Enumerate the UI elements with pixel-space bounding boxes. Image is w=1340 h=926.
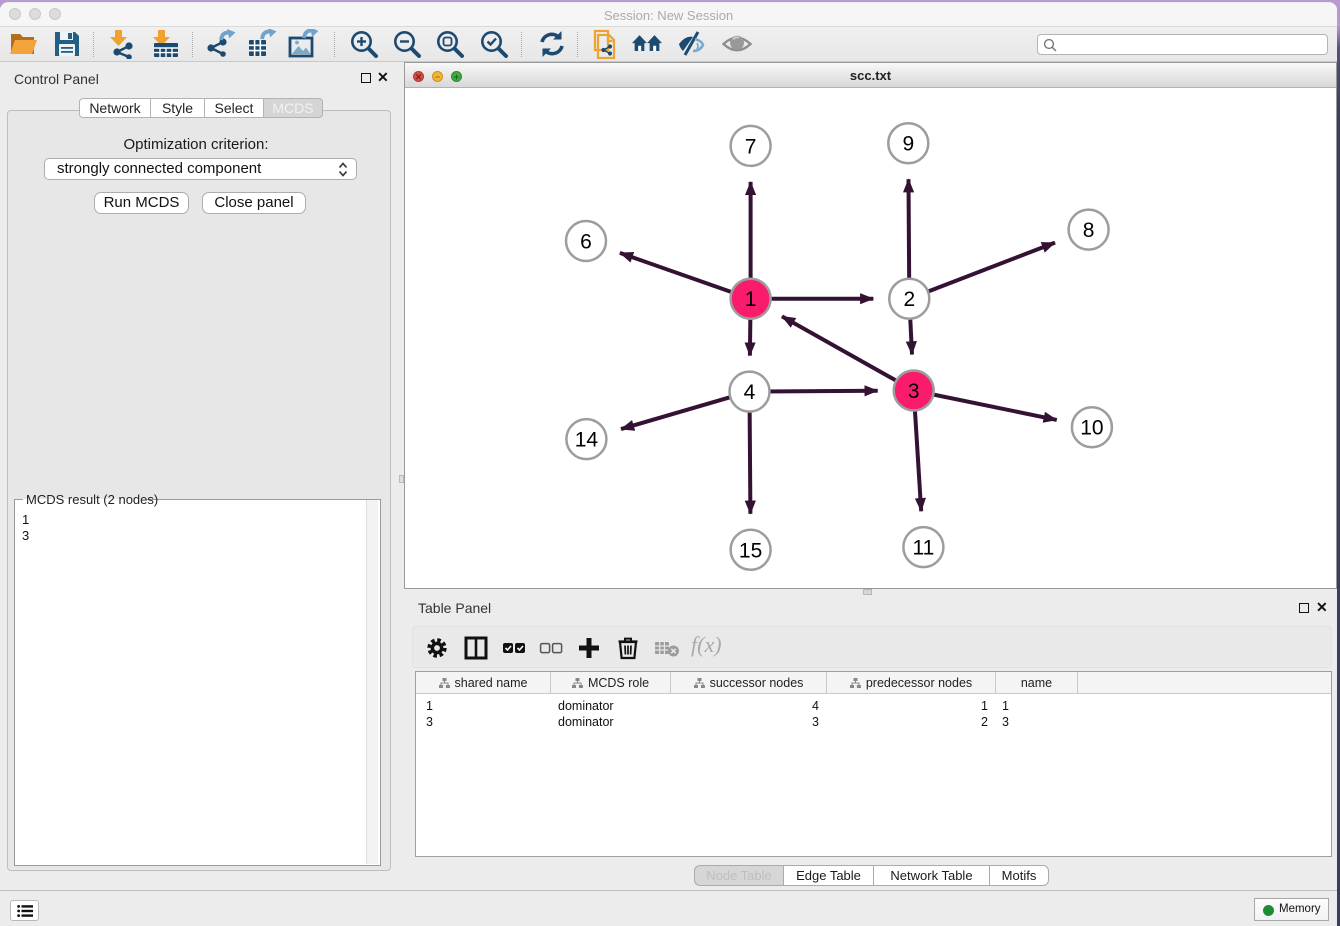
svg-text:7: 7: [745, 135, 757, 158]
svg-text:6: 6: [580, 231, 592, 254]
svg-text:3: 3: [908, 380, 920, 403]
svg-text:8: 8: [1083, 219, 1095, 242]
svg-text:4: 4: [744, 381, 756, 404]
svg-text:11: 11: [912, 537, 934, 560]
svg-text:14: 14: [575, 429, 599, 452]
svg-text:2: 2: [903, 288, 915, 311]
svg-text:10: 10: [1080, 417, 1103, 440]
svg-text:9: 9: [902, 133, 914, 156]
svg-text:15: 15: [739, 539, 762, 562]
svg-text:1: 1: [745, 288, 757, 311]
